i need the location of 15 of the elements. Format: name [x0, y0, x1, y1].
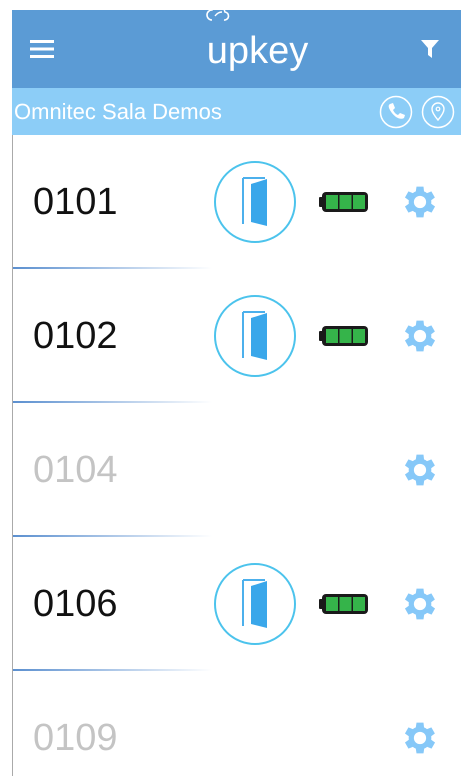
door-button-icon[interactable]	[213, 562, 297, 646]
lock-number[interactable]: 0101	[33, 180, 213, 224]
lock-number[interactable]: 0102	[33, 314, 213, 358]
battery-icon	[319, 191, 369, 213]
door-button-icon[interactable]	[213, 294, 297, 378]
battery-icon	[319, 325, 369, 347]
battery-icon	[319, 593, 369, 615]
lock-number[interactable]: 0106	[33, 582, 213, 626]
location-pin-icon[interactable]	[421, 94, 455, 128]
menu-icon[interactable]	[30, 40, 54, 58]
app-logo: upkey	[206, 29, 308, 73]
door-button-icon[interactable]	[213, 160, 297, 244]
site-name: Omnitec Sala Demos	[14, 98, 223, 124]
phone-icon[interactable]	[379, 94, 413, 128]
filter-icon[interactable]	[421, 40, 439, 58]
